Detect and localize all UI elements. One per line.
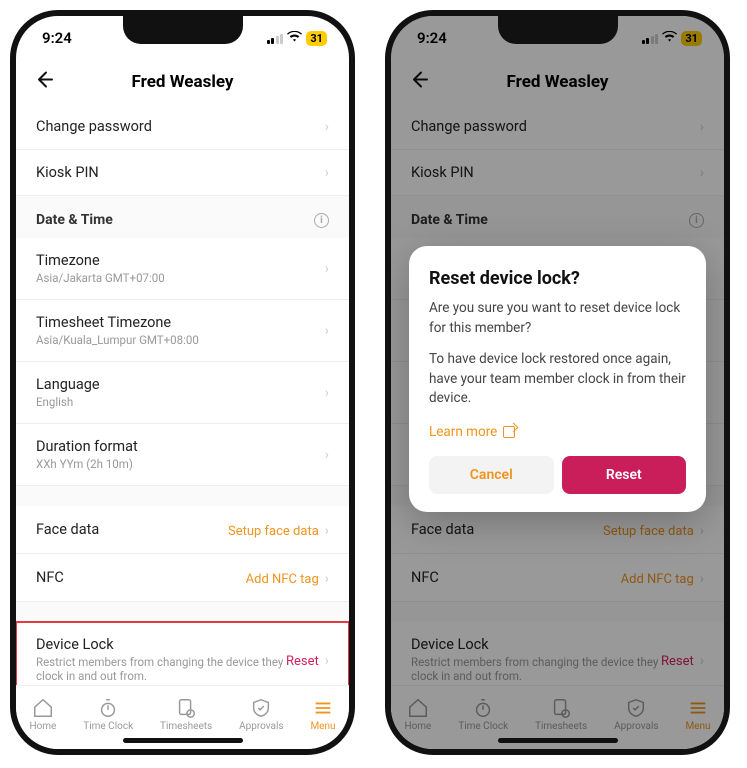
row-label: NFC: [36, 569, 246, 586]
cancel-button[interactable]: Cancel: [429, 456, 554, 494]
chevron-right-icon: ›: [325, 385, 329, 401]
home-indicator[interactable]: [123, 738, 243, 743]
row-label: Change password: [36, 118, 325, 135]
status-icons: 31: [267, 30, 327, 46]
chevron-right-icon: ›: [325, 571, 329, 587]
row-change-password[interactable]: Change password ›: [16, 104, 349, 150]
wifi-icon: [287, 30, 302, 46]
status-time: 9:24: [42, 29, 72, 47]
row-language[interactable]: Language English ›: [16, 362, 349, 424]
chevron-right-icon: ›: [325, 653, 329, 669]
notch: [123, 16, 243, 44]
chevron-right-icon: ›: [325, 323, 329, 339]
tab-label: Time Clock: [83, 721, 133, 732]
row-sub: English: [36, 395, 325, 409]
row-label: Timezone: [36, 252, 325, 269]
back-button[interactable]: [34, 70, 54, 95]
row-kiosk-pin[interactable]: Kiosk PIN ›: [16, 150, 349, 196]
modal-title: Reset device lock?: [429, 268, 686, 289]
row-nfc[interactable]: NFC Add NFC tag ›: [16, 554, 349, 602]
tab-label: Timesheets: [160, 721, 212, 732]
tab-label: Menu: [310, 721, 335, 732]
face-data-action[interactable]: Setup face data: [228, 524, 319, 539]
chevron-right-icon: ›: [325, 523, 329, 539]
chevron-right-icon: ›: [325, 261, 329, 277]
cellular-icon: [267, 33, 284, 44]
modal-body: Are you sure you want to reset device lo…: [429, 299, 686, 338]
tab-home[interactable]: Home: [29, 697, 56, 732]
section-title: Date & Time: [36, 212, 113, 228]
row-label: Face data: [36, 521, 228, 538]
external-link-icon: [503, 426, 515, 438]
row-device-lock[interactable]: Device Lock Restrict members from changi…: [16, 622, 349, 685]
info-icon[interactable]: i: [314, 213, 329, 228]
home-icon: [32, 697, 54, 719]
row-face-data[interactable]: Face data Setup face data ›: [16, 506, 349, 554]
row-timesheet-timezone[interactable]: Timesheet Timezone Asia/Kuala_Lumpur GMT…: [16, 300, 349, 362]
tab-timesheets[interactable]: Timesheets: [160, 697, 212, 732]
shield-check-icon: [250, 697, 272, 719]
row-label: Duration format: [36, 438, 325, 455]
notch: [498, 16, 618, 44]
row-label: Timesheet Timezone: [36, 314, 325, 331]
stopwatch-icon: [97, 697, 119, 719]
row-label: Device Lock: [36, 636, 286, 653]
page-title: Fred Weasley: [132, 72, 234, 92]
row-label: Kiosk PIN: [36, 164, 325, 181]
chevron-right-icon: ›: [325, 165, 329, 181]
tab-approvals[interactable]: Approvals: [239, 697, 283, 732]
modal-body: To have device lock restored once again,…: [429, 350, 686, 409]
row-sub: Asia/Kuala_Lumpur GMT+08:00: [36, 333, 325, 347]
row-duration-format[interactable]: Duration format XXh YYm (2h 10m) ›: [16, 424, 349, 486]
nfc-action[interactable]: Add NFC tag: [246, 572, 319, 587]
row-sub: Restrict members from changing the devic…: [36, 655, 286, 683]
tab-menu[interactable]: Menu: [310, 697, 335, 732]
learn-more-link[interactable]: Learn more: [429, 424, 515, 440]
tab-timeclock[interactable]: Time Clock: [83, 697, 133, 732]
spacer: [16, 486, 349, 506]
row-sub: Asia/Jakarta GMT+07:00: [36, 271, 325, 285]
link-label: Learn more: [429, 424, 497, 440]
phone-left: 9:24 31 Fred Weasley Change password › K…: [10, 10, 355, 755]
home-indicator[interactable]: [498, 738, 618, 743]
row-timezone[interactable]: Timezone Asia/Jakarta GMT+07:00 ›: [16, 238, 349, 300]
chevron-right-icon: ›: [325, 447, 329, 463]
row-label: Language: [36, 376, 325, 393]
battery-icon: 31: [306, 31, 327, 46]
device-lock-reset[interactable]: Reset: [286, 654, 319, 669]
chevron-right-icon: ›: [325, 119, 329, 135]
spacer: [16, 602, 349, 622]
settings-list[interactable]: Change password › Kiosk PIN › Date & Tim…: [16, 104, 349, 685]
tab-label: Approvals: [239, 721, 283, 732]
section-datetime: Date & Time i: [16, 196, 349, 238]
document-clock-icon: [175, 697, 197, 719]
phone-right: 9:24 31 Fred Weasley Change password › K…: [385, 10, 730, 755]
header: Fred Weasley: [16, 60, 349, 104]
reset-button[interactable]: Reset: [562, 456, 687, 494]
menu-icon: [312, 697, 334, 719]
tab-label: Home: [29, 721, 56, 732]
reset-device-lock-modal: Reset device lock? Are you sure you want…: [409, 246, 706, 512]
row-sub: XXh YYm (2h 10m): [36, 457, 325, 471]
